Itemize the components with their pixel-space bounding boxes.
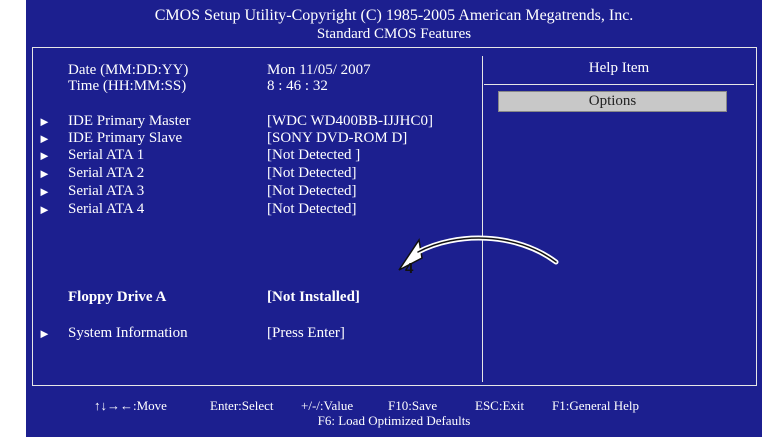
- key-general-help: F1:General Help: [552, 398, 640, 413]
- key-select: Enter:Select: [210, 398, 274, 413]
- callout-number: 4: [405, 260, 414, 277]
- key-defaults: F6: Load Optimized Defaults: [317, 413, 471, 428]
- callout-annotation: [398, 235, 559, 271]
- bios-screen: CMOS Setup Utility-Copyright (C) 1985-20…: [26, 0, 762, 437]
- key-move: ↑↓→←:Move: [94, 398, 167, 413]
- key-exit: ESC:Exit: [475, 398, 525, 413]
- key-value: +/-/:Value: [301, 398, 354, 413]
- key-save: F10:Save: [388, 398, 438, 413]
